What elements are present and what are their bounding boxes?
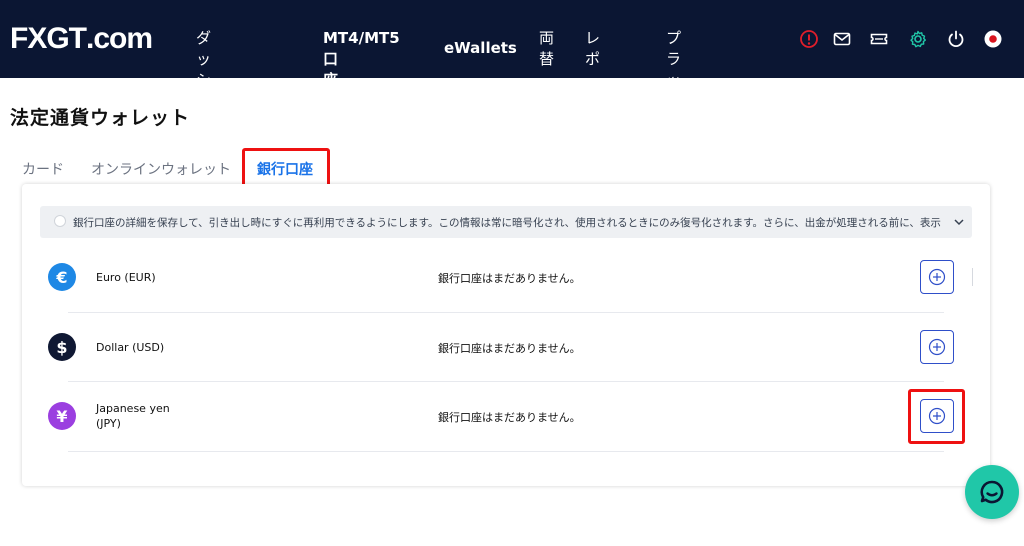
nav-dashboard[interactable]: ダッシュボー ド bbox=[196, 28, 211, 175]
nav-ewallets-label: eWallets bbox=[444, 39, 517, 57]
currency-name: Japanese yen (JPY) bbox=[96, 401, 170, 431]
logo-gt: GT bbox=[46, 22, 87, 55]
tab-highlight-box bbox=[242, 148, 330, 188]
bank-accounts-card: 銀行口座の詳細を保存して、引き出し時にすぐに再利用できるようにします。この情報は… bbox=[22, 184, 990, 486]
nav-mt-line2: 座 bbox=[323, 71, 339, 89]
mail-icon[interactable] bbox=[831, 28, 853, 50]
currency-row-eur: € Euro (EUR) 銀行口座はまだありません。 bbox=[22, 242, 990, 312]
page-title: 法定通貨ウォレット bbox=[10, 107, 191, 129]
chevron-down-icon[interactable] bbox=[952, 214, 966, 228]
nav-reports[interactable]: レポー ト bbox=[585, 28, 600, 112]
no-account-status: 銀行口座はまだありません。 bbox=[438, 272, 581, 285]
no-account-status: 銀行口座はまだありません。 bbox=[438, 411, 581, 424]
nav-exchange-line1: 両 bbox=[539, 29, 555, 47]
currency-name-line1: Japanese yen bbox=[96, 402, 170, 415]
fxgt-logo[interactable]: FX GT .com bbox=[10, 22, 153, 56]
logo-com: .com bbox=[86, 22, 153, 55]
add-eur-account-button[interactable] bbox=[920, 260, 954, 294]
nav-dashboard-line1: ダッシュボー bbox=[196, 29, 212, 152]
scroll-edge-divider bbox=[972, 268, 973, 286]
yen-icon: ¥ bbox=[48, 402, 76, 430]
chat-support-button[interactable] bbox=[965, 465, 1019, 519]
tab-online-wallet[interactable]: オンラインウォレット bbox=[91, 159, 231, 179]
currency-name: Euro (EUR) bbox=[96, 271, 156, 284]
nav-reports-line2: ト bbox=[585, 92, 601, 110]
currency-row-usd: $ Dollar (USD) 銀行口座はまだありません。 bbox=[22, 313, 990, 383]
nav-platform[interactable]: プラットフォー ム bbox=[666, 28, 681, 196]
currency-name-line2: (JPY) bbox=[96, 417, 121, 430]
add-button-highlight-box bbox=[908, 389, 965, 444]
nav-platform-line1: プラットフォー bbox=[666, 29, 682, 173]
tab-card[interactable]: カード bbox=[22, 159, 64, 179]
ticket-icon[interactable] bbox=[868, 28, 890, 50]
nav-exchange[interactable]: 両 替 bbox=[539, 28, 554, 70]
row-divider bbox=[68, 451, 944, 452]
chat-bubble-icon bbox=[980, 480, 1004, 504]
dollar-icon: $ bbox=[48, 333, 76, 361]
nav-mt-line1: MT4/MT5口 bbox=[323, 29, 400, 68]
power-icon[interactable] bbox=[945, 28, 967, 50]
no-account-status: 銀行口座はまだありません。 bbox=[438, 342, 581, 355]
euro-icon: € bbox=[48, 263, 76, 291]
add-usd-account-button[interactable] bbox=[920, 330, 954, 364]
nav-exchange-line2: 替 bbox=[539, 50, 555, 68]
nav-ewallets[interactable]: eWallets bbox=[444, 38, 517, 59]
currency-row-jpy: ¥ Japanese yen (JPY) 銀行口座はまだありません。 bbox=[22, 382, 990, 452]
nav-mt4-mt5-account[interactable]: MT4/MT5口 座 bbox=[323, 28, 400, 91]
info-icon bbox=[54, 215, 66, 227]
info-text: 銀行口座の詳細を保存して、引き出し時にすぐに再利用できるようにします。この情報は… bbox=[73, 217, 941, 229]
logo-fx: FX bbox=[10, 22, 47, 55]
info-banner: 銀行口座の詳細を保存して、引き出し時にすぐに再利用できるようにします。この情報は… bbox=[40, 206, 972, 238]
flag-japan-icon[interactable] bbox=[982, 28, 1004, 50]
currency-name: Dollar (USD) bbox=[96, 341, 165, 354]
nav-reports-line1: レポー bbox=[585, 29, 601, 89]
gear-icon[interactable] bbox=[907, 28, 929, 50]
alert-icon[interactable] bbox=[798, 28, 820, 50]
top-navigation-bar: FX GT .com ダッシュボー ド MT4/MT5口 座 eWallets 両 … bbox=[0, 0, 1024, 194]
